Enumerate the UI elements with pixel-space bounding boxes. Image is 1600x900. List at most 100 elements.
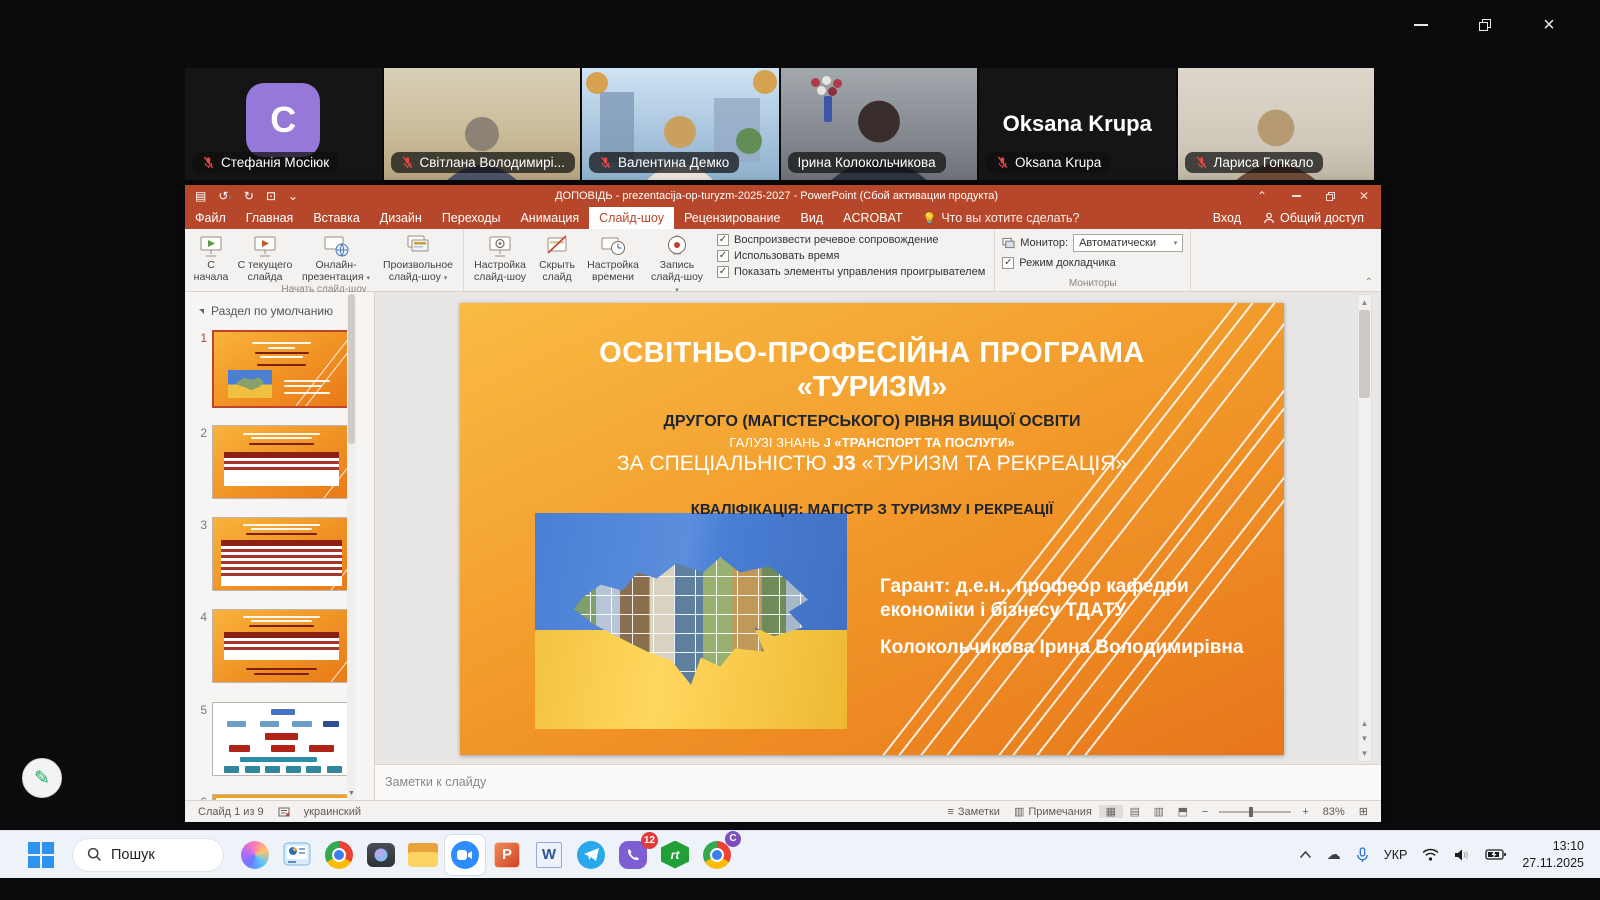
slide-guarantor-block[interactable]: Гарант: д.е.н., профеор кафедри економік…	[880, 575, 1252, 660]
tab-animations[interactable]: Анимация	[510, 207, 589, 229]
tray-chevron-icon[interactable]	[1299, 850, 1312, 859]
tab-acrobat[interactable]: ACROBAT	[833, 207, 913, 229]
rt-app-icon[interactable]: rt	[654, 834, 696, 876]
scroll-down-icon[interactable]: ▼	[1361, 746, 1369, 761]
thumbnail-scrollbar[interactable]	[347, 294, 356, 786]
chrome-profile-app-icon[interactable]: C	[696, 834, 738, 876]
thumbnail-scroll-down-icon[interactable]: ▼	[347, 787, 356, 800]
wifi-icon[interactable]	[1422, 848, 1439, 861]
rehearse-timings-button[interactable]: Настройка времени	[581, 231, 645, 295]
start-button[interactable]	[20, 834, 62, 876]
ribbon-display-options-icon[interactable]: ⌃	[1245, 185, 1279, 207]
tab-view[interactable]: Вид	[790, 207, 833, 229]
notes-pane[interactable]: Заметки к слайду	[375, 764, 1381, 800]
slide-canvas[interactable]: ОСВІТНЬО-ПРОФЕСІЙНА ПРОГРАМА «ТУРИЗМ» ДР…	[460, 303, 1284, 755]
zoom-level[interactable]: 83%	[1316, 806, 1352, 818]
participant-tile[interactable]: Лариса Гопкало	[1178, 68, 1375, 180]
zoom-app-icon[interactable]	[444, 834, 486, 876]
scroll-up-icon[interactable]: ▲	[1361, 295, 1369, 310]
tab-file[interactable]: Файл	[185, 207, 236, 229]
slideshow-view-button[interactable]: ⬒	[1171, 805, 1195, 818]
participant-tile-active-speaker[interactable]: Ірина Колокольчикова	[781, 68, 978, 180]
slide-thumbnail[interactable]	[212, 330, 351, 408]
editor-vertical-scrollbar[interactable]: ▲ ▲ ▼ ▼	[1357, 294, 1372, 762]
fit-to-window-button[interactable]: ⊞	[1352, 805, 1375, 818]
share-button[interactable]: Общий доступ	[1254, 207, 1373, 229]
setup-slideshow-button[interactable]: Настройка слайд-шоу	[467, 231, 533, 295]
participant-tile[interactable]: Валентина Демко	[582, 68, 779, 180]
tab-home[interactable]: Главная	[236, 207, 304, 229]
participant-tile[interactable]: C Стефанія Мосіюк	[185, 68, 382, 180]
redo-icon[interactable]: ↻	[244, 190, 254, 202]
start-slideshow-icon[interactable]: ⊡	[266, 190, 276, 202]
undo-icon[interactable]: ↺▾	[218, 190, 232, 202]
checkbox-presenter-view[interactable]: ✓ Режим докладчика	[998, 252, 1187, 269]
annotate-pencil-button[interactable]: ✎	[22, 758, 62, 798]
taskbar-search[interactable]: Пошук	[72, 838, 224, 872]
notes-toggle-button[interactable]: ≡ Заметки	[940, 806, 1007, 818]
tab-review[interactable]: Рецензирование	[674, 207, 791, 229]
minimize-icon[interactable]	[1279, 185, 1313, 207]
slide-thumbnail[interactable]	[212, 702, 351, 776]
participant-tile[interactable]: Oksana Krupa Oksana Krupa	[979, 68, 1176, 180]
custom-slideshow-button[interactable]: Произвольное слайд-шоу ▾	[376, 231, 460, 284]
comments-toggle-button[interactable]: ▥ Примечания	[1007, 805, 1099, 818]
section-header[interactable]: Раздел по умолчанию	[185, 292, 374, 318]
collapse-ribbon-icon[interactable]: ⌃	[1365, 277, 1373, 288]
onedrive-cloud-icon[interactable]: ☁	[1327, 846, 1341, 863]
restore-icon[interactable]	[1474, 14, 1496, 36]
from-current-slide-button[interactable]: С текущего слайда	[234, 231, 296, 284]
tab-insert[interactable]: Вставка	[303, 207, 369, 229]
slide-thumbnail[interactable]	[212, 794, 351, 800]
battery-icon[interactable]	[1485, 848, 1507, 861]
close-icon[interactable]: ✕	[1347, 185, 1381, 207]
checkbox-show-media-controls[interactable]: ✓ Показать элементы управления проигрыва…	[717, 266, 985, 278]
spellcheck-icon[interactable]	[271, 806, 297, 818]
save-icon[interactable]: ▤	[195, 190, 206, 202]
tell-me-box[interactable]: 💡 Что вы хотите сделать?	[913, 207, 1090, 229]
record-slideshow-button[interactable]: Запись слайд-шоу ▾	[645, 231, 709, 295]
scrollbar-thumb[interactable]	[1359, 310, 1370, 398]
telegram-app-icon[interactable]	[570, 834, 612, 876]
presentation-settings-app-icon[interactable]	[276, 834, 318, 876]
normal-view-button[interactable]: ▦	[1099, 805, 1123, 818]
word-app-icon[interactable]: W	[528, 834, 570, 876]
chrome-app-icon[interactable]	[318, 834, 360, 876]
zoom-out-button[interactable]: −	[1195, 806, 1215, 818]
sign-in-button[interactable]: Вход	[1204, 207, 1250, 229]
from-beginning-button[interactable]: С начала	[188, 231, 234, 284]
slide-sorter-view-button[interactable]: ▤	[1123, 805, 1147, 818]
slide-thumbnail[interactable]	[212, 609, 351, 683]
speaker-icon[interactable]	[1454, 848, 1470, 862]
copilot-app-icon[interactable]	[234, 834, 276, 876]
clock[interactable]: 13:10 27.11.2025	[1522, 838, 1584, 871]
zoom-slider[interactable]	[1219, 811, 1291, 813]
previous-slide-icon[interactable]: ▲	[1361, 716, 1369, 731]
hide-slide-button[interactable]: Скрыть слайд	[533, 231, 581, 295]
powerpoint-app-icon[interactable]: P	[486, 834, 528, 876]
tab-design[interactable]: Дизайн	[370, 207, 432, 229]
slide-thumbnail[interactable]	[212, 517, 351, 591]
slide-title-block[interactable]: ОСВІТНЬО-ПРОФЕСІЙНА ПРОГРАМА «ТУРИЗМ» ДР…	[460, 337, 1284, 518]
close-icon[interactable]: ×	[1538, 14, 1560, 36]
checkbox-use-timings[interactable]: ✓ Использовать время	[717, 250, 985, 262]
tab-slideshow[interactable]: Слайд-шоу	[589, 207, 674, 229]
participant-tile[interactable]: Світлана Володимирі...	[384, 68, 581, 180]
language-indicator[interactable]: украинский	[297, 806, 368, 818]
zoom-in-button[interactable]: +	[1295, 806, 1315, 818]
present-online-button[interactable]: Онлайн-презентация ▾	[296, 231, 376, 284]
reading-view-button[interactable]: ▥	[1147, 805, 1171, 818]
customize-qat-icon[interactable]: ⌄	[288, 190, 298, 202]
zoom-slider-knob[interactable]	[1249, 807, 1253, 817]
checkbox-play-narrations[interactable]: ✓ Воспроизвести речевое сопровождение	[717, 234, 985, 246]
tab-transitions[interactable]: Переходы	[432, 207, 511, 229]
restore-icon[interactable]	[1313, 185, 1347, 207]
next-slide-icon[interactable]: ▼	[1361, 731, 1369, 746]
viber-app-icon[interactable]: 12	[612, 834, 654, 876]
monitor-dropdown[interactable]: Автоматически ▾	[1073, 234, 1183, 252]
language-switcher[interactable]: УКР	[1384, 848, 1408, 862]
file-explorer-app-icon[interactable]	[402, 834, 444, 876]
camera-app-icon[interactable]	[360, 834, 402, 876]
slide-thumbnail[interactable]	[212, 425, 351, 499]
minimize-icon[interactable]	[1410, 14, 1432, 36]
